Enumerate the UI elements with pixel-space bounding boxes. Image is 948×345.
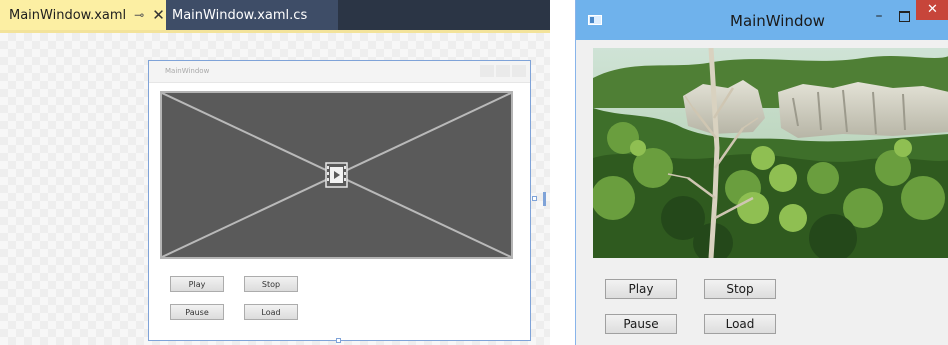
xaml-designer: MainWindow.xaml ⊸ ✕ MainWindow.xaml.cs M… bbox=[0, 0, 550, 345]
design-stop-button[interactable]: Stop bbox=[244, 276, 298, 292]
film-icon bbox=[325, 162, 348, 188]
resize-handle-bottom[interactable] bbox=[336, 338, 341, 343]
tab-label: MainWindow.xaml bbox=[9, 7, 127, 23]
design-window-frame[interactable]: MainWindow Play Stop Pause Load bbox=[148, 60, 531, 341]
app-window: MainWindow – ✕ Play Stop Pause Load bbox=[575, 0, 948, 345]
design-pause-button[interactable]: Pause bbox=[170, 304, 224, 320]
design-window-title: MainWindow bbox=[165, 67, 210, 75]
close-icon[interactable]: ✕ bbox=[152, 6, 165, 24]
media-element-video[interactable] bbox=[593, 48, 948, 258]
pin-icon[interactable]: ⊸ bbox=[134, 8, 144, 22]
maximize-button[interactable] bbox=[894, 6, 914, 26]
app-titlebar[interactable]: MainWindow – ✕ bbox=[576, 0, 948, 40]
play-button[interactable]: Play bbox=[605, 279, 677, 299]
video-frame bbox=[593, 48, 948, 258]
load-button[interactable]: Load bbox=[704, 314, 776, 334]
app-title: MainWindow bbox=[730, 12, 825, 30]
maximize-icon bbox=[496, 65, 510, 77]
resize-handle-right[interactable] bbox=[532, 196, 537, 201]
close-icon bbox=[512, 65, 526, 77]
media-element-placeholder[interactable] bbox=[160, 91, 513, 259]
minimize-button[interactable]: – bbox=[869, 6, 889, 26]
window-icon[interactable] bbox=[588, 15, 602, 25]
pause-button[interactable]: Pause bbox=[605, 314, 677, 334]
minimize-icon bbox=[480, 65, 494, 77]
design-play-button[interactable]: Play bbox=[170, 276, 224, 292]
resize-grip-right[interactable] bbox=[543, 192, 546, 206]
tab-label: MainWindow.xaml.cs bbox=[172, 7, 308, 23]
design-load-button[interactable]: Load bbox=[244, 304, 298, 320]
placeholder-cross bbox=[162, 93, 511, 257]
design-window-controls bbox=[480, 65, 526, 77]
stop-button[interactable]: Stop bbox=[704, 279, 776, 299]
tab-mainwindow-xaml-cs[interactable]: MainWindow.xaml.cs bbox=[166, 0, 338, 30]
close-button[interactable]: ✕ bbox=[916, 0, 948, 20]
tab-mainwindow-xaml[interactable]: MainWindow.xaml ⊸ ✕ bbox=[0, 0, 166, 30]
document-tab-bar: MainWindow.xaml ⊸ ✕ MainWindow.xaml.cs bbox=[0, 0, 550, 30]
design-window-titlebar: MainWindow bbox=[149, 61, 530, 83]
